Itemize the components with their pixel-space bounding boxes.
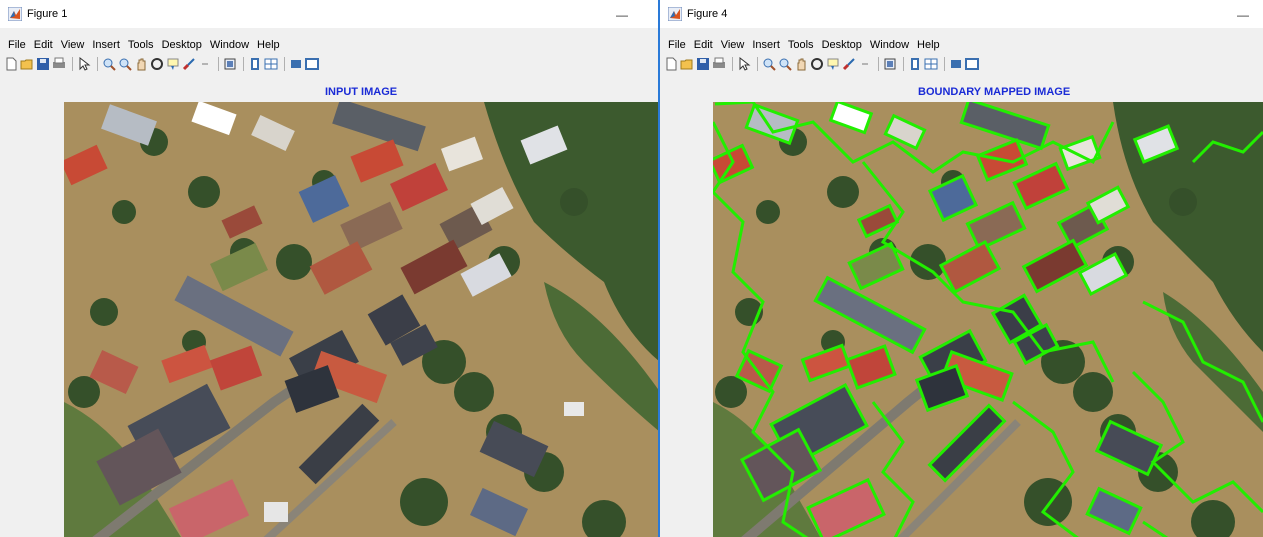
show-plot-tools-icon[interactable] <box>949 57 963 71</box>
menu-window[interactable]: Window <box>210 39 249 51</box>
open-file-icon[interactable] <box>20 57 34 71</box>
zoom-in-icon[interactable] <box>762 57 776 71</box>
window-title: Figure 4 <box>687 8 728 20</box>
menu-window[interactable]: Window <box>870 39 909 51</box>
show-plot-tools-icon[interactable] <box>305 57 319 71</box>
toolbar-separator <box>878 57 879 71</box>
hide-plot-tools-icon[interactable] <box>264 57 278 71</box>
pan-icon[interactable] <box>794 57 808 71</box>
rotate-3d-icon[interactable] <box>810 57 824 71</box>
show-plot-tools-icon[interactable] <box>289 57 303 71</box>
menu-insert[interactable]: Insert <box>92 39 120 51</box>
zoom-in-icon[interactable] <box>102 57 116 71</box>
minimize-icon[interactable]: — <box>616 8 628 22</box>
menu-insert[interactable]: Insert <box>752 39 780 51</box>
boundary-mapped-image[interactable] <box>713 102 1263 537</box>
figure-canvas[interactable]: BOUNDARY MAPPED IMAGE <box>660 78 1263 537</box>
figure-window-4: Figure 4 — File Edit View Insert Tools D… <box>660 0 1263 537</box>
menu-tools[interactable]: Tools <box>788 39 814 51</box>
toolbar-separator <box>218 57 219 71</box>
brush-icon[interactable] <box>182 57 196 71</box>
title-bar[interactable]: Figure 1 — <box>0 0 658 28</box>
zoom-out-icon[interactable] <box>778 57 792 71</box>
toolbar-separator <box>757 57 758 71</box>
zoom-out-icon[interactable] <box>118 57 132 71</box>
input-image[interactable] <box>64 102 658 537</box>
edit-plot-arrow-icon[interactable] <box>77 56 91 71</box>
menu-help[interactable]: Help <box>917 39 940 51</box>
menu-edit[interactable]: Edit <box>34 39 53 51</box>
insert-legend-icon[interactable] <box>248 57 262 71</box>
axes-title: BOUNDARY MAPPED IMAGE <box>918 86 1071 98</box>
data-cursor-icon[interactable] <box>166 57 180 71</box>
save-icon[interactable] <box>696 57 710 71</box>
link-plot-icon[interactable] <box>198 57 212 71</box>
menu-file[interactable]: File <box>8 39 26 51</box>
menu-view[interactable]: View <box>61 39 85 51</box>
insert-legend-icon[interactable] <box>908 57 922 71</box>
toolbar-separator <box>732 57 733 71</box>
data-cursor-icon[interactable] <box>826 57 840 71</box>
toolbar-separator <box>243 57 244 71</box>
title-bar[interactable]: Figure 4 — <box>660 0 1263 28</box>
axes-title: INPUT IMAGE <box>325 86 398 98</box>
figure-toolbar <box>660 54 1263 74</box>
menu-edit[interactable]: Edit <box>694 39 713 51</box>
save-icon[interactable] <box>36 57 50 71</box>
toolbar-separator <box>944 57 945 71</box>
menu-tools[interactable]: Tools <box>128 39 154 51</box>
insert-colorbar-icon[interactable] <box>883 57 897 71</box>
link-plot-icon[interactable] <box>858 57 872 71</box>
hide-plot-tools-icon[interactable] <box>924 57 938 71</box>
pan-icon[interactable] <box>134 57 148 71</box>
toolbar-separator <box>97 57 98 71</box>
brush-icon[interactable] <box>842 57 856 71</box>
new-figure-icon[interactable] <box>664 57 678 71</box>
figure-canvas[interactable]: INPUT IMAGE <box>0 78 658 537</box>
show-plot-tools-icon[interactable] <box>965 57 979 71</box>
toolbar-separator <box>72 57 73 71</box>
insert-colorbar-icon[interactable] <box>223 57 237 71</box>
toolbar-separator <box>284 57 285 71</box>
matlab-logo-icon <box>667 6 683 22</box>
menu-bar: File Edit View Insert Tools Desktop Wind… <box>660 36 1263 54</box>
menu-desktop[interactable]: Desktop <box>162 39 202 51</box>
figure-toolbar <box>0 54 658 74</box>
rotate-3d-icon[interactable] <box>150 57 164 71</box>
menu-view[interactable]: View <box>721 39 745 51</box>
figure-window-1: Figure 1 — File Edit View Insert Tools D… <box>0 0 660 537</box>
menu-desktop[interactable]: Desktop <box>822 39 862 51</box>
menu-help[interactable]: Help <box>257 39 280 51</box>
print-icon[interactable] <box>52 57 66 71</box>
edit-plot-arrow-icon[interactable] <box>737 56 751 71</box>
matlab-logo-icon <box>7 6 23 22</box>
menu-bar: File Edit View Insert Tools Desktop Wind… <box>0 36 658 54</box>
minimize-icon[interactable]: — <box>1237 8 1249 22</box>
window-title: Figure 1 <box>27 8 68 20</box>
print-icon[interactable] <box>712 57 726 71</box>
open-file-icon[interactable] <box>680 57 694 71</box>
menu-file[interactable]: File <box>668 39 686 51</box>
new-figure-icon[interactable] <box>4 57 18 71</box>
toolbar-separator <box>903 57 904 71</box>
